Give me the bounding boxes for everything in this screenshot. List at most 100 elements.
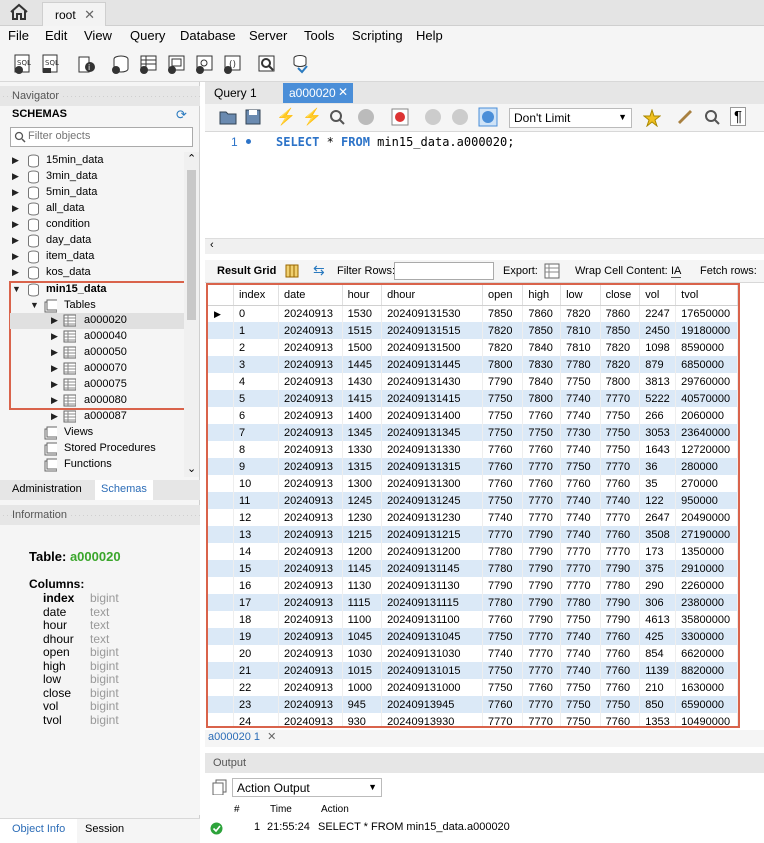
commit-icon[interactable] — [424, 108, 442, 126]
table-cell[interactable]: 202409131530 — [381, 305, 483, 322]
table-cell[interactable]: 7740 — [600, 492, 641, 509]
table-cell[interactable]: 1515 — [342, 322, 383, 339]
execute-current-icon[interactable]: ⚡ — [302, 107, 322, 127]
table-row[interactable]: 2 20240913 1500 202409131500 7820 7840 7810 782… — [208, 339, 738, 356]
table-cell[interactable]: 1215 — [342, 526, 383, 543]
chevron-down-icon[interactable]: ⌄ — [187, 462, 196, 475]
table-cell[interactable]: 6590000 — [675, 696, 738, 713]
table-row[interactable]: 6 20240913 1400 202409131400 7750 7760 7740 775… — [208, 407, 738, 424]
table-cell[interactable]: 1445 — [342, 356, 383, 373]
row-selector[interactable]: ▶ — [208, 305, 234, 322]
refresh-results-icon[interactable]: ⇆ — [313, 262, 325, 279]
table-cell[interactable]: 7780 — [600, 577, 641, 594]
table-cell[interactable]: 950000 — [675, 492, 738, 509]
table-cell[interactable]: 7770 — [560, 577, 601, 594]
table-cell[interactable]: 21 — [233, 662, 280, 679]
create-view-icon[interactable] — [166, 53, 188, 75]
row-selector[interactable] — [208, 407, 234, 424]
table-cell[interactable]: 202409131445 — [381, 356, 483, 373]
close-icon[interactable]: ✕ — [267, 731, 276, 743]
table-cell[interactable]: 306 — [639, 594, 677, 611]
explain-icon[interactable] — [328, 108, 346, 126]
table-cell[interactable]: 7810 — [560, 339, 601, 356]
table-cell[interactable]: 7770 — [522, 458, 562, 475]
table-row[interactable]: 24 20240913 930 20240913930 7770 7770 7750 7760… — [208, 713, 738, 726]
table-row[interactable]: 3 20240913 1445 202409131445 7800 7830 7780 782… — [208, 356, 738, 373]
table-cell[interactable]: 7780 — [560, 356, 601, 373]
table-cell[interactable]: 7750 — [560, 679, 601, 696]
table-cell[interactable]: 7840 — [522, 373, 562, 390]
table-cell[interactable]: 7770 — [600, 458, 641, 475]
column-header[interactable]: close — [600, 285, 641, 306]
editor-scrollbar[interactable]: ‹ — [205, 238, 764, 254]
table-cell[interactable]: 202409131315 — [381, 458, 483, 475]
table-cell[interactable]: 7790 — [600, 611, 641, 628]
table-row[interactable]: 14 20240913 1200 202409131200 7780 7790 7770 77… — [208, 543, 738, 560]
table-cell[interactable]: 20240913 — [278, 543, 343, 560]
star-icon[interactable] — [643, 109, 661, 127]
execute-icon[interactable]: ⚡ — [276, 107, 296, 127]
table-cell[interactable]: 20240913930 — [381, 713, 483, 726]
table-cell[interactable]: 7760 — [522, 679, 562, 696]
table-cell[interactable]: 5 — [233, 390, 280, 407]
open-sql-script-icon[interactable]: SQL — [40, 53, 62, 75]
table-cell[interactable]: 7770 — [522, 696, 562, 713]
table-cell[interactable]: 7790 — [522, 560, 562, 577]
table-cell[interactable]: 1130 — [342, 577, 383, 594]
table-cell[interactable]: 20240913 — [278, 611, 343, 628]
table-cell[interactable]: 202409131015 — [381, 662, 483, 679]
invisible-chars-icon[interactable]: ¶ — [730, 107, 747, 126]
table-cell[interactable]: 7750 — [482, 390, 524, 407]
table-cell[interactable]: 6620000 — [675, 645, 738, 662]
search-table-data-icon[interactable] — [256, 53, 278, 75]
table-cell[interactable]: 375 — [639, 560, 677, 577]
column-header[interactable]: index — [233, 285, 280, 306]
table-cell[interactable]: 7750 — [522, 424, 562, 441]
table-row[interactable]: 11 20240913 1245 202409131245 7750 7770 7740 77… — [208, 492, 738, 509]
table-cell[interactable]: 7860 — [600, 305, 641, 322]
table-cell[interactable]: 2380000 — [675, 594, 738, 611]
table-cell[interactable]: 3 — [233, 356, 280, 373]
table-cell[interactable]: 7810 — [560, 322, 601, 339]
table-cell[interactable]: 7790 — [522, 526, 562, 543]
table-cell[interactable]: 7750 — [560, 373, 601, 390]
table-cell[interactable]: 6850000 — [675, 356, 738, 373]
table-cell[interactable]: 20240913 — [278, 424, 343, 441]
table-cell[interactable]: 20240913 — [278, 526, 343, 543]
save-icon[interactable] — [245, 109, 261, 125]
menu-server[interactable]: Server — [249, 28, 287, 43]
column-header[interactable]: date — [278, 285, 343, 306]
table-cell[interactable]: 7750 — [600, 441, 641, 458]
table-cell[interactable]: 20240913 — [278, 322, 343, 339]
table-cell[interactable]: 7760 — [600, 526, 641, 543]
table-cell[interactable]: 7750 — [560, 458, 601, 475]
table-cell[interactable]: 173 — [639, 543, 677, 560]
table-cell[interactable]: 7760 — [482, 441, 524, 458]
find-icon[interactable] — [703, 108, 721, 126]
table-cell[interactable]: 850 — [639, 696, 677, 713]
table-cell[interactable]: 20240913 — [278, 356, 343, 373]
table-cell[interactable]: 1400 — [342, 407, 383, 424]
row-selector[interactable] — [208, 339, 234, 356]
table-cell[interactable]: 1230 — [342, 509, 383, 526]
home-icon[interactable] — [8, 3, 32, 23]
row-selector[interactable] — [208, 509, 234, 526]
table-cell[interactable]: 1030 — [342, 645, 383, 662]
table-cell[interactable]: 202409131130 — [381, 577, 483, 594]
row-selector[interactable] — [208, 577, 234, 594]
table-cell[interactable]: 7750 — [482, 492, 524, 509]
table-cell[interactable]: 7780 — [482, 543, 524, 560]
table-cell[interactable]: 20240913 — [278, 645, 343, 662]
table-cell[interactable]: 7790 — [522, 594, 562, 611]
tab-query-1[interactable]: Query 1 — [208, 84, 263, 102]
table-cell[interactable]: 202409131100 — [381, 611, 483, 628]
tab-schemas[interactable]: Schemas — [95, 480, 153, 500]
table-cell[interactable]: 19180000 — [675, 322, 738, 339]
table-cell[interactable]: 27190000 — [675, 526, 738, 543]
table-row[interactable]: 21 20240913 1015 202409131015 7750 7770 7740 77… — [208, 662, 738, 679]
sql-editor[interactable]: 1 SELECT * FROM min15_data.a000020; — [205, 132, 764, 238]
table-row[interactable]: 20 20240913 1030 202409131030 7740 7770 7740 77… — [208, 645, 738, 662]
table-cell[interactable]: 2647 — [639, 509, 677, 526]
table-cell[interactable]: 7820 — [560, 305, 601, 322]
table-cell[interactable]: 1139 — [639, 662, 677, 679]
